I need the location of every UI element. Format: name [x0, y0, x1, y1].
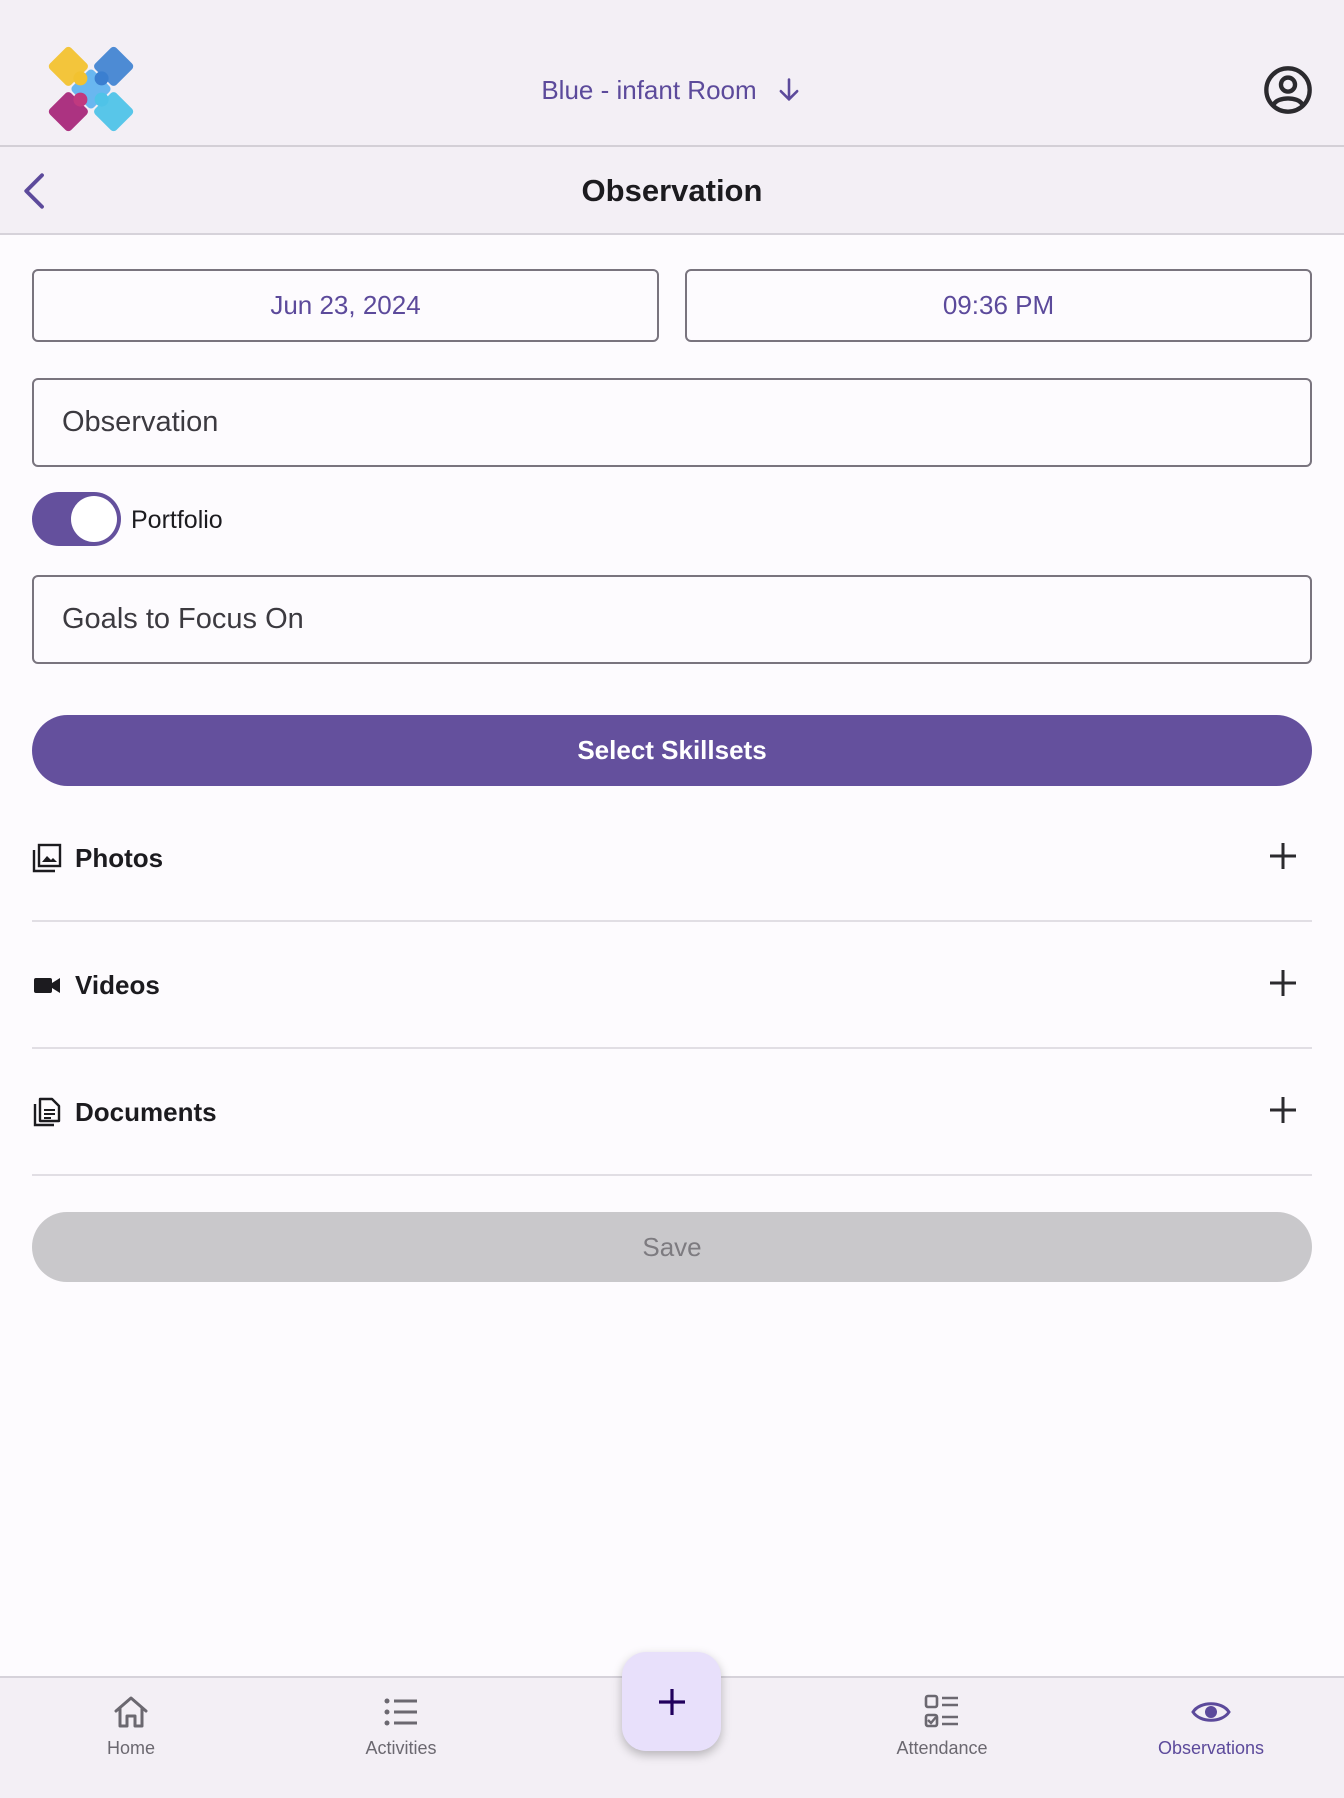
observation-input[interactable]: Observation [32, 378, 1312, 467]
account-circle-icon[interactable] [1262, 64, 1314, 116]
list-icon [384, 1698, 417, 1726]
nav-activities[interactable]: Activities [301, 1690, 501, 1790]
portfolio-label: Portfolio [131, 506, 223, 534]
home-icon [114, 1696, 148, 1728]
documents-row[interactable]: Documents [32, 1049, 1312, 1176]
date-value: Jun 23, 2024 [270, 290, 421, 320]
document-icon [33, 1097, 61, 1127]
time-picker-field[interactable]: 09:36 PM [685, 269, 1312, 342]
videos-label: Videos [75, 970, 160, 1000]
plus-icon [658, 1688, 685, 1715]
room-label: Blue - infant Room [541, 74, 757, 105]
photo-library-icon [32, 843, 62, 873]
add-document-plus-icon[interactable] [1266, 1093, 1300, 1127]
add-photo-plus-icon[interactable] [1266, 839, 1300, 873]
nav-activities-label: Activities [365, 1738, 437, 1758]
photos-row[interactable]: Photos [32, 795, 1312, 922]
arrow-down-icon [779, 78, 799, 101]
toggle-knob [71, 496, 117, 542]
nav-attendance[interactable]: Attendance [842, 1690, 1042, 1790]
nav-home[interactable]: Home [31, 1690, 231, 1790]
goals-input[interactable]: Goals to Focus On [32, 575, 1312, 664]
goals-placeholder: Goals to Focus On [62, 603, 304, 635]
save-button[interactable]: Save [32, 1212, 1312, 1282]
nav-observations-label: Observations [1157, 1738, 1265, 1758]
portfolio-toggle[interactable] [32, 492, 121, 546]
videos-row[interactable]: Videos [32, 922, 1312, 1049]
nav-observations[interactable]: Observations [1111, 1690, 1311, 1790]
observation-placeholder: Observation [62, 406, 219, 438]
time-value: 09:36 PM [942, 290, 1055, 320]
nav-home-label: Home [106, 1738, 155, 1758]
date-picker-field[interactable]: Jun 23, 2024 [32, 269, 659, 342]
add-video-plus-icon[interactable] [1266, 966, 1300, 1000]
add-fab-button[interactable] [622, 1652, 721, 1751]
room-selector[interactable]: Blue - infant Room [0, 60, 1344, 120]
nav-attendance-label: Attendance [896, 1738, 988, 1758]
videocam-icon [34, 978, 60, 993]
page-title: Observation [581, 173, 763, 208]
checklist-icon [924, 1694, 958, 1728]
eye-icon [1191, 1702, 1231, 1722]
select-skillsets-button[interactable]: Select Skillsets [32, 715, 1312, 786]
photos-label: Photos [75, 843, 164, 873]
documents-label: Documents [75, 1097, 217, 1127]
